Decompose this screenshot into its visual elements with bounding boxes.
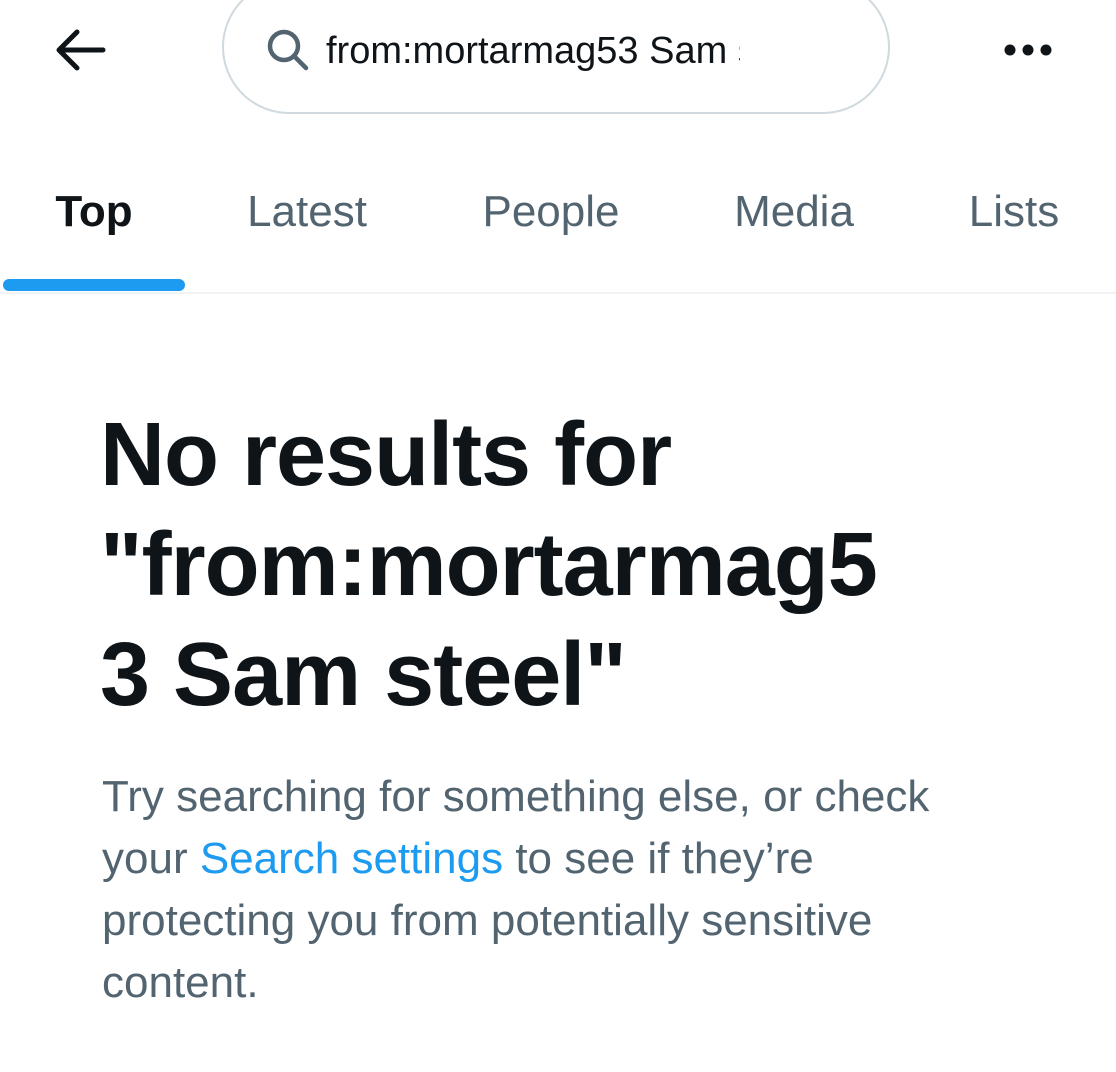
arrow-left-icon: [56, 29, 106, 71]
active-tab-indicator: [3, 279, 185, 291]
search-input[interactable]: from:mortarmag53 Sam steel: [326, 26, 740, 76]
tab-label: Media: [734, 187, 854, 236]
tab-label: People: [482, 187, 620, 236]
search-icon: [267, 29, 309, 71]
top-bar: from:mortarmag53 Sam steel: [0, 0, 1116, 130]
search-tabs: Top Latest People Media Lists: [0, 150, 1116, 294]
tab-latest[interactable]: Latest: [200, 150, 414, 292]
more-options-button[interactable]: [990, 20, 1066, 80]
tab-people[interactable]: People: [440, 150, 662, 292]
back-button[interactable]: [48, 20, 114, 80]
tab-media[interactable]: Media: [690, 150, 898, 292]
tab-top[interactable]: Top: [0, 150, 188, 292]
tab-label: Top: [55, 187, 133, 236]
search-settings-link[interactable]: Search settings: [200, 834, 503, 883]
tab-label: Latest: [247, 187, 367, 236]
headline-line: 3 Sam steel": [100, 625, 627, 725]
tab-lists[interactable]: Lists: [930, 150, 1098, 292]
headline-line: No results for: [100, 405, 672, 505]
search-field[interactable]: from:mortarmag53 Sam steel: [222, 0, 890, 114]
headline-line: "from:mortarmag5: [100, 515, 878, 615]
empty-state-headline: No results for "from:mortarmag5 3 Sam st…: [100, 400, 1000, 730]
more-horizontal-icon: [1004, 44, 1052, 56]
empty-state: No results for "from:mortarmag5 3 Sam st…: [100, 400, 1000, 1014]
tab-label: Lists: [968, 187, 1060, 236]
empty-state-message: Try searching for something else, or che…: [102, 766, 1002, 1014]
